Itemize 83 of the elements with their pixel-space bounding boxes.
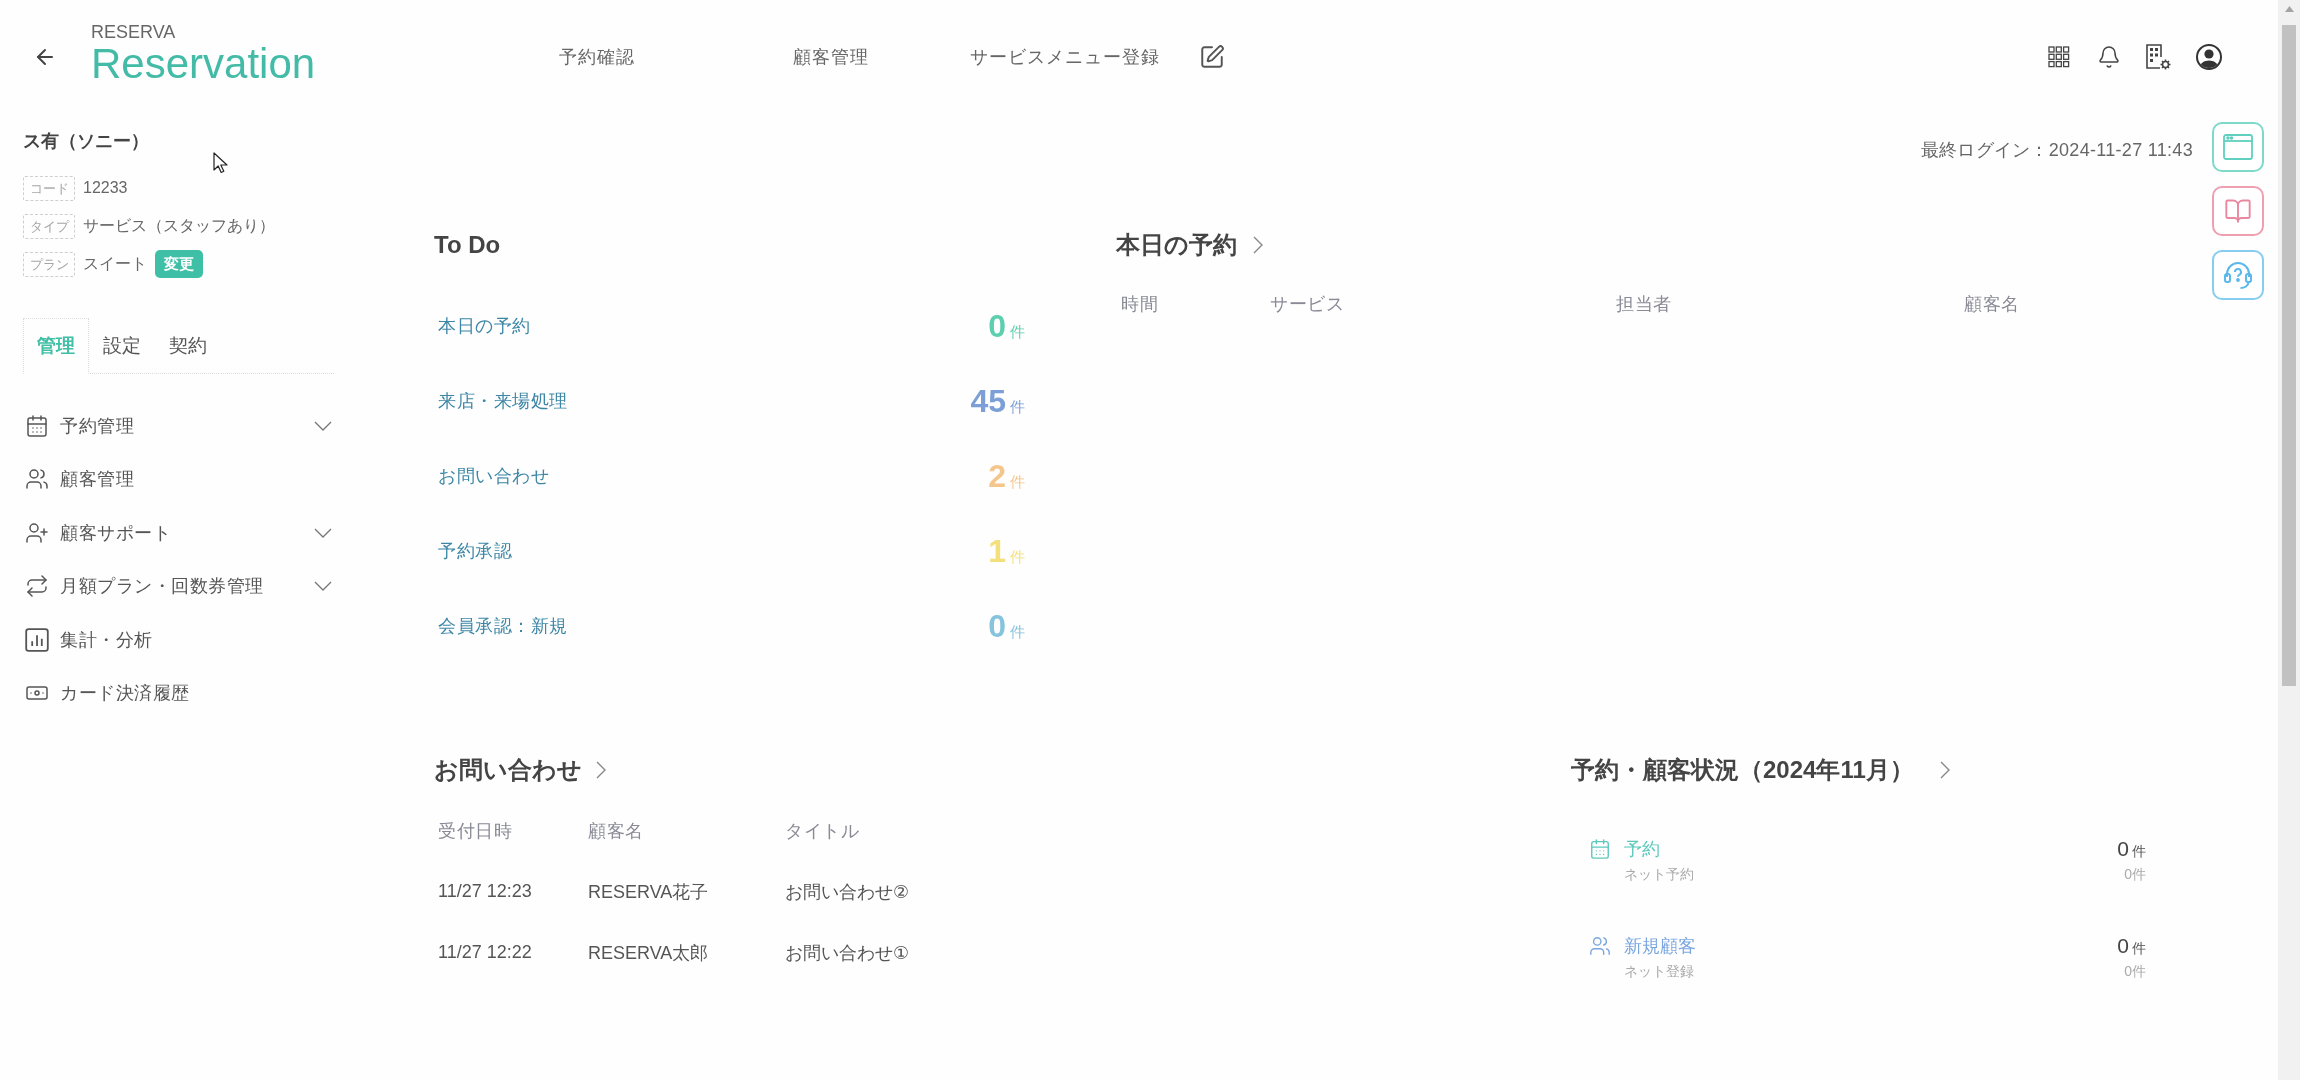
user-plus-icon <box>25 520 49 545</box>
chevron-down-icon <box>314 420 332 431</box>
todo-count: 2 <box>988 457 1006 494</box>
count-unit: 件 <box>1010 622 1025 642</box>
table-cell-text: RESERVA花子 <box>588 880 709 904</box>
todo-link[interactable]: 来店・来場処理 <box>434 388 568 413</box>
repeat-icon <box>25 574 49 599</box>
count-unit: 件 <box>1010 322 1025 342</box>
field-tag: タイプ <box>23 213 75 239</box>
sidebar-tab[interactable]: 契約 <box>155 318 221 374</box>
todo-link[interactable]: 予約承認 <box>434 538 512 563</box>
logo-text: Reservation <box>91 42 316 86</box>
browser-window-icon <box>2223 134 2253 160</box>
table-cell-text: RESERVA太郎 <box>588 941 709 965</box>
logo-brand-text: RESERVA <box>91 22 176 42</box>
status-count: 0 <box>2117 933 2129 959</box>
bell-icon[interactable] <box>2097 45 2121 69</box>
field-value: 12233 <box>83 179 128 197</box>
status-subcount: 0件 <box>2124 865 2146 884</box>
column-header: 時間 <box>1121 293 1158 316</box>
menu-item[interactable]: 集計・分析 <box>23 613 334 667</box>
todo-count: 0 <box>988 607 1006 644</box>
section-title-link[interactable]: お問い合わせ <box>434 755 606 785</box>
nav-link[interactable]: 顧客管理 <box>714 45 948 69</box>
column-header: タイトル <box>785 819 859 843</box>
section-title-link[interactable]: 本日の予約 <box>1116 230 1263 260</box>
column-header: 受付日時 <box>438 819 512 843</box>
field-tag: コード <box>23 175 75 201</box>
table-cell: 11/27 12:22 <box>438 942 532 963</box>
headset-help-icon <box>2224 261 2252 289</box>
field-value: サービス（スタッフあり） <box>83 215 275 236</box>
column-header: 顧客名 <box>1964 293 2020 316</box>
count-unit: 件 <box>1010 472 1025 492</box>
count-unit: 件 <box>2132 940 2146 958</box>
todo-count: 0 <box>988 307 1006 344</box>
calendar-icon <box>25 413 49 438</box>
table-cell-text: お問い合わせ② <box>785 880 910 904</box>
menu-item[interactable]: カード決済履歴 <box>23 666 334 720</box>
count-unit: 件 <box>1010 397 1025 417</box>
status-subcount: 0件 <box>2124 962 2146 981</box>
chevron-right-icon <box>596 761 606 779</box>
scrollbar-thumb[interactable] <box>2282 25 2296 686</box>
count-unit: 件 <box>1010 547 1025 567</box>
chevron-right-icon <box>1939 761 1950 779</box>
todo-count: 45 <box>970 382 1006 419</box>
sidebar-tab[interactable]: 設定 <box>89 318 155 374</box>
table-cell: 11/27 12:23 <box>438 881 532 902</box>
bar-chart-icon <box>25 627 49 652</box>
scrollbar[interactable] <box>2278 0 2300 1080</box>
chevron-down-icon <box>314 581 332 592</box>
chevron-right-icon <box>1253 236 1263 254</box>
table-cell-text: お問い合わせ① <box>785 941 910 965</box>
section-title-link[interactable]: 予約・顧客状況（2024年11月） <box>1571 755 1950 785</box>
todo-count: 1 <box>988 532 1006 569</box>
building-gear-icon[interactable] <box>2146 44 2172 70</box>
status-sublabel: ネット予約 <box>1624 865 1694 884</box>
nav-link[interactable]: サービスメニュー登録 <box>948 45 1182 69</box>
mouse-cursor-icon <box>213 152 229 174</box>
account-name: ス有（ソニー） <box>23 130 149 153</box>
section-title: To Do <box>434 230 501 260</box>
menu-item[interactable]: 顧客管理 <box>23 452 334 506</box>
users-icon <box>25 467 49 492</box>
nav-link[interactable]: 予約確認 <box>480 45 714 69</box>
chevron-down-icon <box>314 527 332 538</box>
field-tag: プラン <box>23 251 75 277</box>
todo-link[interactable]: 会員承認：新規 <box>434 613 568 638</box>
count-unit: 件 <box>2132 843 2146 861</box>
todo-link[interactable]: 本日の予約 <box>434 313 531 338</box>
status-sublabel: ネット登録 <box>1624 962 1694 981</box>
last-login-text: 最終ログイン：2024-11-27 11:43 <box>1920 139 2193 162</box>
column-header: サービス <box>1270 293 1344 316</box>
menu-item[interactable]: 顧客サポート <box>23 506 334 560</box>
book-icon <box>2224 197 2252 225</box>
user-avatar-icon[interactable] <box>2196 44 2222 70</box>
grid-icon[interactable] <box>2048 46 2070 68</box>
column-header: 担当者 <box>1616 293 1672 316</box>
status-count: 0 <box>2117 836 2129 862</box>
field-value: スイート <box>83 253 147 274</box>
menu-item[interactable]: 月額プラン・回数券管理 <box>23 559 334 613</box>
edit-icon[interactable] <box>1199 44 1225 70</box>
menu-item[interactable]: 予約管理 <box>23 399 334 453</box>
todo-link[interactable]: お問い合わせ <box>434 463 549 488</box>
column-header: 顧客名 <box>588 819 644 843</box>
